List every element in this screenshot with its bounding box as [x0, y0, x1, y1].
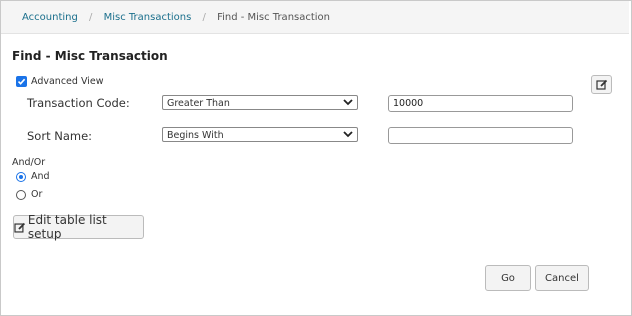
transaction-code-operator-select[interactable]: Greater Than — [162, 95, 358, 110]
go-button-label: Go — [501, 272, 515, 284]
transaction-code-operator-value: Greater Than — [167, 98, 230, 109]
checkmark-icon — [17, 78, 26, 85]
breadcrumb-separator: / — [202, 12, 206, 23]
andor-label: And/Or — [12, 157, 46, 168]
go-button[interactable]: Go — [485, 265, 531, 291]
breadcrumb-separator: / — [89, 12, 93, 23]
breadcrumb-current: Find - Misc Transaction — [217, 12, 331, 23]
advanced-view-label: Advanced View — [31, 76, 104, 87]
andor-option-and[interactable]: And — [16, 171, 50, 182]
transaction-code-label: Transaction Code: — [27, 96, 130, 110]
breadcrumb-misc-transactions[interactable]: Misc Transactions — [104, 12, 192, 23]
chevron-down-icon — [343, 99, 353, 106]
andor-option-or[interactable]: Or — [16, 189, 42, 200]
edit-layout-button[interactable] — [591, 75, 612, 94]
advanced-view-checkbox[interactable] — [16, 76, 27, 87]
sort-name-value-input[interactable] — [388, 127, 573, 144]
or-radio-label: Or — [31, 189, 43, 200]
edit-table-list-setup-label: Edit table list setup — [27, 213, 107, 241]
edit-icon — [595, 79, 607, 90]
cancel-button[interactable]: Cancel — [535, 265, 589, 291]
edit-icon — [14, 222, 26, 233]
and-radio-label: And — [31, 171, 50, 182]
advanced-view-toggle[interactable]: Advanced View — [16, 76, 104, 87]
transaction-code-value-input[interactable]: 10000 — [388, 95, 573, 112]
breadcrumb-accounting[interactable]: Accounting — [22, 12, 78, 23]
or-radio[interactable] — [16, 189, 26, 200]
chevron-down-icon — [343, 131, 353, 138]
sort-name-operator-value: Begins With — [167, 130, 224, 141]
sort-name-operator-select[interactable]: Begins With — [162, 127, 358, 142]
cancel-button-label: Cancel — [545, 272, 579, 284]
breadcrumb: Accounting / Misc Transactions / Find - … — [1, 1, 629, 34]
and-radio[interactable] — [16, 171, 26, 182]
page-title: Find - Misc Transaction — [12, 49, 168, 63]
edit-table-list-setup-button[interactable]: Edit table list setup — [13, 213, 144, 241]
sort-name-label: Sort Name: — [27, 129, 93, 143]
